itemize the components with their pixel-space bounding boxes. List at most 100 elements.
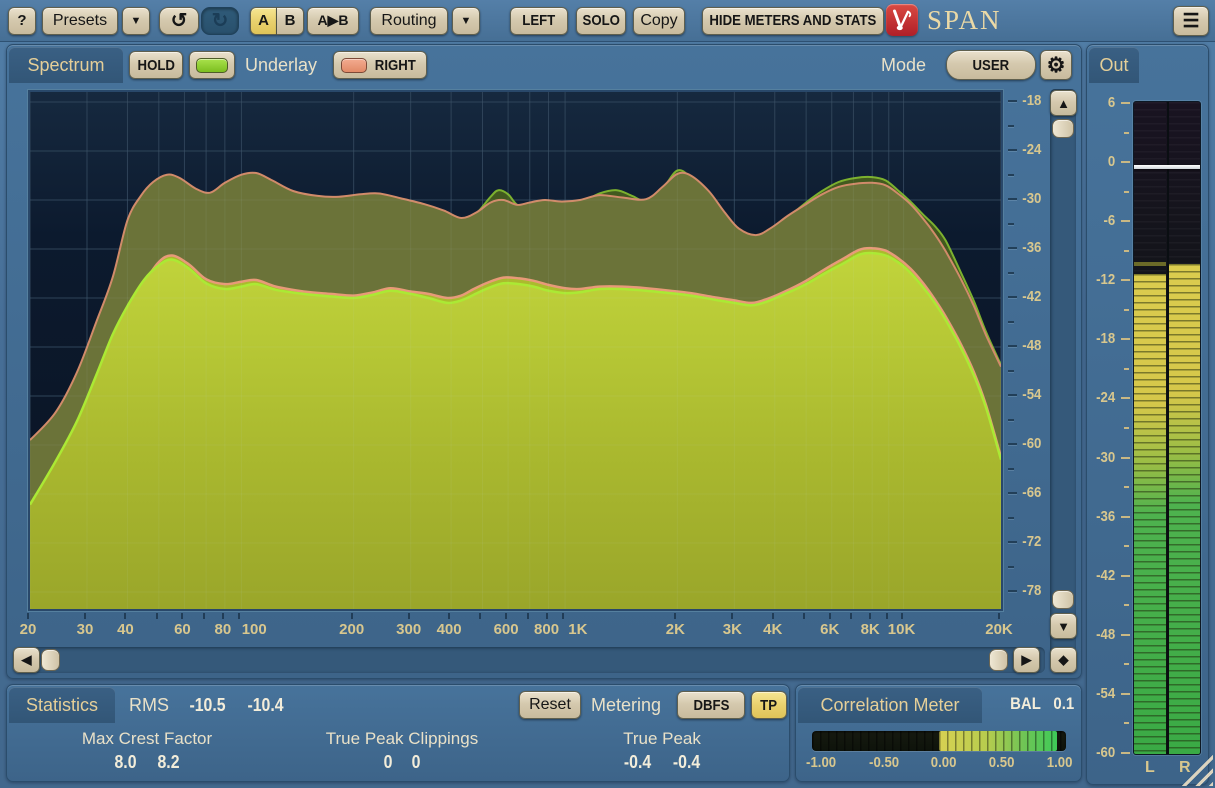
hold-button[interactable]: HOLD xyxy=(129,51,183,79)
tab-correlation-meter[interactable]: Correlation Meter xyxy=(798,687,982,723)
tab-out[interactable]: Out xyxy=(1089,47,1139,83)
scroll-up-button[interactable]: ▲ xyxy=(1050,90,1077,116)
out-tick xyxy=(1121,575,1130,577)
undo-button[interactable]: ↺ xyxy=(159,7,199,35)
routing-button[interactable]: Routing xyxy=(370,7,448,35)
correlation-meter xyxy=(812,731,1066,751)
out-tick xyxy=(1121,693,1130,695)
db-tick-label: -66 xyxy=(1022,486,1041,500)
ab-b-button[interactable]: B xyxy=(277,7,304,35)
presets-button[interactable]: Presets xyxy=(42,7,118,35)
db-tick xyxy=(1008,149,1017,151)
presets-dropdown-button[interactable]: ▼ xyxy=(122,7,150,35)
span-plugin-window: ? Presets ▼ ↺ ↻ A B A▶B Routing ▼ LEFT S… xyxy=(0,0,1215,788)
out-tick xyxy=(1121,634,1130,636)
menu-button[interactable]: ☰ xyxy=(1173,6,1209,36)
gear-icon: ⚙ xyxy=(1047,55,1066,76)
db-tick xyxy=(1008,272,1014,274)
freq-tick xyxy=(238,613,240,619)
a-to-b-button[interactable]: A▶B xyxy=(307,7,359,35)
help-button[interactable]: ? xyxy=(8,7,36,35)
db-tick-label: -72 xyxy=(1022,535,1041,549)
horizontal-range-thumb-right[interactable] xyxy=(989,649,1008,671)
salmon-swatch-icon xyxy=(341,58,367,73)
freq-tick-label: 2K xyxy=(666,621,685,638)
scroll-left-button[interactable]: ◀ xyxy=(13,647,40,673)
freq-tick-label: 100 xyxy=(242,621,267,638)
spectrum-plot[interactable] xyxy=(28,90,1003,611)
copy-button[interactable]: Copy xyxy=(633,7,685,35)
freq-tick xyxy=(505,613,507,619)
hide-meters-button[interactable]: HIDE METERS AND STATS xyxy=(702,7,884,35)
redo-icon: ↻ xyxy=(212,8,229,33)
peak-hold-line xyxy=(1134,165,1201,169)
freq-tick xyxy=(562,613,564,619)
freq-tick xyxy=(674,613,676,619)
vertical-range-thumb-bottom[interactable] xyxy=(1052,590,1074,609)
out-tick xyxy=(1124,427,1129,429)
db-tick xyxy=(1008,443,1017,445)
stat-value-right: 8.2 xyxy=(158,752,180,773)
db-tick xyxy=(1008,223,1014,225)
underlay-color-button[interactable] xyxy=(189,51,235,79)
spectrum-panel: Spectrum HOLD Underlay RIGHT Mode USER ⚙… xyxy=(6,44,1082,679)
stat-value-left: -0.4 xyxy=(624,752,651,773)
freq-tick-label: 300 xyxy=(396,621,421,638)
solo-button[interactable]: SOLO xyxy=(576,7,626,35)
freq-tick-label: 80 xyxy=(215,621,232,638)
db-tick-label: -54 xyxy=(1022,388,1041,402)
bal-label: BAL xyxy=(1008,694,1043,714)
db-scale: -18-24-30-36-42-48-54-60-66-72-78 xyxy=(1006,85,1052,651)
dbfs-button[interactable]: DBFS xyxy=(677,691,745,719)
diamond-icon: ◆ xyxy=(1059,652,1069,668)
underlay-label: Underlay xyxy=(245,55,317,76)
mode-select[interactable]: USER xyxy=(946,50,1036,80)
reset-button[interactable]: Reset xyxy=(519,691,581,719)
db-tick xyxy=(1008,566,1014,568)
out-tick xyxy=(1124,722,1129,724)
arrow-right-icon: ▶ xyxy=(1022,652,1032,668)
routing-dropdown-button[interactable]: ▼ xyxy=(452,7,480,35)
stat-value-left: 8.0 xyxy=(114,752,136,773)
true-peak-stat: True Peak -0.4-0.4 xyxy=(567,729,757,773)
redo-button[interactable]: ↻ xyxy=(201,7,239,35)
horizontal-range-thumb-left[interactable] xyxy=(41,649,60,671)
channel-left-button[interactable]: LEFT xyxy=(510,7,568,35)
scroll-down-button[interactable]: ▼ xyxy=(1050,613,1077,639)
tp-button[interactable]: TP xyxy=(751,691,787,719)
out-meter-bars xyxy=(1133,101,1201,755)
correlation-meter-lit xyxy=(939,731,1057,751)
ab-a-button[interactable]: A xyxy=(250,7,277,35)
horizontal-scrollbar-track[interactable] xyxy=(15,647,1045,673)
out-tick-label: -6 xyxy=(1089,216,1115,226)
vertical-range-thumb-top[interactable] xyxy=(1052,119,1074,138)
out-tick-label: -60 xyxy=(1089,748,1115,758)
freq-tick xyxy=(803,613,805,619)
out-tick xyxy=(1121,102,1130,104)
rms-right-value: -10.4 xyxy=(245,695,286,716)
out-tick xyxy=(1121,220,1130,222)
scroll-right-button[interactable]: ▶ xyxy=(1013,647,1040,673)
correlation-scale: -1.00-0.500.000.501.00 xyxy=(804,754,1074,771)
vertical-scrollbar-track[interactable] xyxy=(1050,89,1076,659)
meter-divider xyxy=(1167,102,1169,754)
underlay-right-button[interactable]: RIGHT xyxy=(333,51,427,79)
tab-statistics[interactable]: Statistics xyxy=(9,687,115,723)
out-tick xyxy=(1121,397,1130,399)
freq-tick xyxy=(998,613,1000,619)
freq-tick xyxy=(351,613,353,619)
out-tick xyxy=(1124,663,1129,665)
fit-view-button[interactable]: ◆ xyxy=(1050,647,1077,673)
settings-button[interactable]: ⚙ xyxy=(1040,50,1072,80)
out-meter-right-bar xyxy=(1169,264,1201,754)
bal-value: 0.1 xyxy=(1052,694,1076,714)
db-tick xyxy=(1008,198,1017,200)
freq-tick xyxy=(731,613,733,619)
out-tick xyxy=(1121,161,1130,163)
freq-tick xyxy=(156,613,158,619)
rms-label: RMS xyxy=(129,695,169,716)
out-tick xyxy=(1121,338,1130,340)
db-tick xyxy=(1008,100,1017,102)
voxengo-logo-icon[interactable] xyxy=(886,4,918,36)
db-tick xyxy=(1008,247,1017,249)
